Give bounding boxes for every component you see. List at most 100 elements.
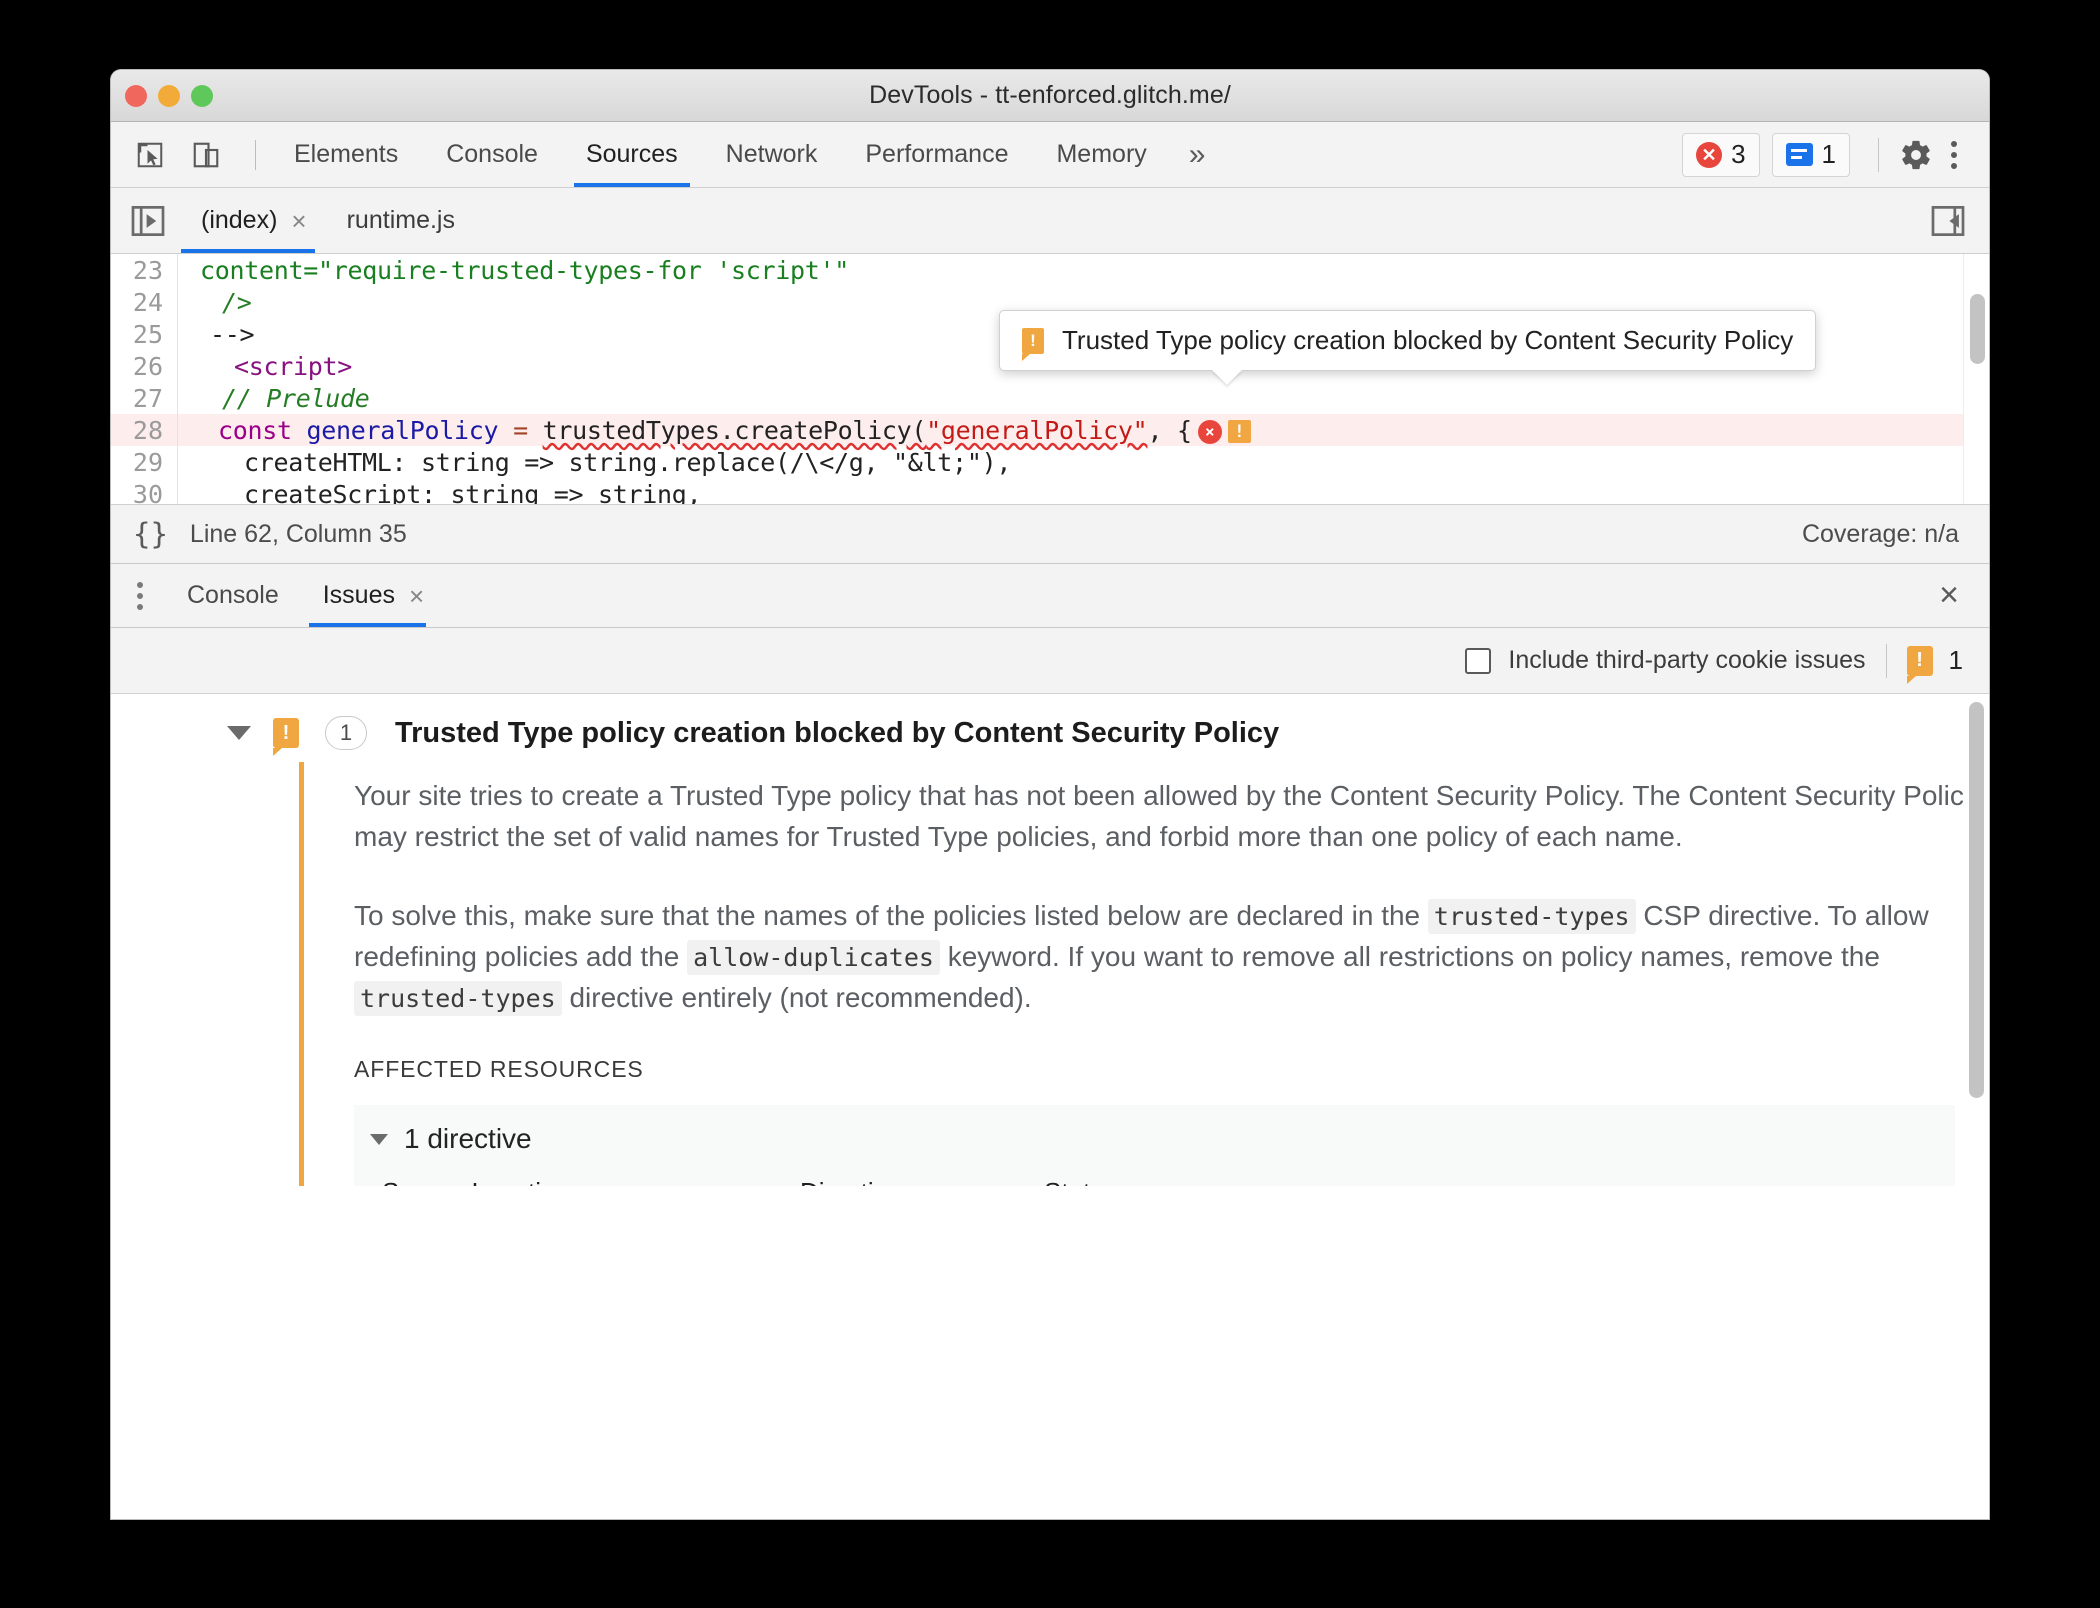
code-keyword-const: const [218,415,292,445]
kebab-menu-icon[interactable] [1937,133,1971,177]
issue-warning-icon: ! [1022,327,1044,361]
tab-elements-label: Elements [294,140,399,168]
show-navigator-icon[interactable] [111,188,181,253]
issue-warning-count: 1 [1948,645,1963,675]
message-counter-button[interactable]: 1 [1771,132,1850,177]
code-text: <script> [234,351,353,381]
kebab-dot [1951,140,1957,147]
file-tab-runtime-js-label: runtime.js [346,206,455,234]
toolbar-divider-right [1878,137,1879,172]
column-status: Status [1044,1177,1134,1186]
code-editor[interactable]: 23 content="require-trusted-types-for 's… [111,254,1989,504]
line-number: 26 [132,351,163,381]
more-panels-label: » [1188,137,1206,171]
chevron-down-icon[interactable] [370,1133,388,1145]
column-directive: Directive [800,1177,1044,1186]
issue-title: Trusted Type policy creation blocked by … [395,716,1280,749]
close-icon: × [1939,576,1959,614]
maximize-window-button[interactable] [191,85,213,107]
code-text: const generalPolicy = trustedTypes.creat… [178,416,1251,445]
code-text: content="require-trusted-types-for 'scri… [200,255,850,285]
device-toolbar-icon[interactable] [185,134,227,176]
inspect-element-icon[interactable] [129,134,171,176]
tab-elements[interactable]: Elements [270,122,422,187]
kebab-dot [137,603,143,610]
code-line-27: 27 // Prelude [111,382,1989,414]
message-icon [1785,143,1813,166]
close-window-button[interactable] [125,85,147,107]
window-title: DevTools - tt-enforced.glitch.me/ [869,81,1231,109]
tab-sources-label: Sources [585,140,678,168]
issue-paragraph-1: Your site tries to create a Trusted Type… [354,780,1978,852]
issues-scrollbar[interactable] [1963,694,1989,1186]
code-text: // Prelude [222,383,370,413]
more-panels-icon[interactable]: » [1171,122,1224,187]
kebab-dot [137,581,143,588]
paragraph2-part4: directive entirely (not recommended). [561,981,1032,1013]
tab-network-label: Network [725,140,818,168]
tab-memory-label: Memory [1056,140,1147,168]
toolbar-icon-group [111,122,270,187]
traffic-lights [125,70,213,122]
line-number: 25 [132,319,163,349]
issue-header-row[interactable]: ! 1 Trusted Type policy creation blocked… [111,694,1989,762]
error-counter-button[interactable]: ✕ 3 [1682,132,1760,177]
drawer-tab-issues[interactable]: Issues × [301,564,446,627]
tooltip-text: Trusted Type policy creation blocked by … [1062,325,1794,355]
line-number: 27 [132,383,163,413]
tab-performance[interactable]: Performance [841,122,1032,187]
kebab-dot [1951,151,1957,158]
issue-detail: Your site tries to create a Trusted Type… [299,762,1989,1186]
window-titlebar: DevTools - tt-enforced.glitch.me/ [111,70,1989,122]
source-file-tabstrip: (index) × runtime.js [111,188,1989,254]
code-trusted-types-1: trusted-types [1427,898,1636,934]
code-line-30: 30 createScript: string => string, [111,478,1989,504]
editor-scrollbar[interactable] [1963,254,1989,504]
tab-console[interactable]: Console [422,122,562,187]
include-third-party-cookie-issues-checkbox[interactable] [1465,647,1492,674]
minimize-window-button[interactable] [158,85,180,107]
tab-sources[interactable]: Sources [562,122,702,187]
tab-network[interactable]: Network [702,122,842,187]
affected-resources-box: 1 directive Source Location Directive St… [354,1105,1955,1186]
code-operator: = [513,415,528,445]
file-tab-runtime-js[interactable]: runtime.js [327,188,475,253]
paragraph2-part3: keyword. If you want to remove all restr… [939,940,1880,972]
code-trusted-types-2: trusted-types [354,980,562,1016]
code-line-29: 29 createHTML: string => string.replace(… [111,446,1989,478]
chevron-down-icon[interactable] [227,726,251,740]
issues-filter-bar: Include third-party cookie issues ! 1 [111,628,1989,694]
tab-memory[interactable]: Memory [1032,122,1170,187]
code-allow-duplicates: allow-duplicates [687,939,940,975]
gear-icon[interactable] [1895,134,1937,176]
issues-panel: ! 1 Trusted Type policy creation blocked… [111,694,1989,1186]
collapse-sidebar-icon[interactable] [1931,188,1989,253]
filter-divider [1885,643,1887,678]
editor-scrollbar-thumb[interactable] [1970,294,1985,364]
devtools-main-toolbar: Elements Console Sources Network Perform… [111,122,1989,188]
inline-issue-markers[interactable]: ×! [1197,419,1251,444]
message-count: 1 [1821,139,1836,169]
code-line-28: 28 const generalPolicy = trustedTypes.cr… [111,414,1989,446]
issues-scrollbar-thumb[interactable] [1969,702,1984,1098]
directive-group-toggle[interactable]: 1 directive [354,1123,1955,1155]
close-icon[interactable]: × [291,208,306,234]
code-call-expression: trustedTypes.createPolicy( [542,415,927,445]
drawer-tabstrip: Console Issues × × [111,564,1989,628]
drawer-more-tools-icon[interactable] [111,564,165,627]
file-tab-index[interactable]: (index) × [181,188,327,253]
close-icon[interactable]: × [409,583,424,609]
cursor-position: Line 62, Column 35 [189,519,407,548]
code-identifier-policy: generalPolicy [306,415,499,445]
drawer-tab-console[interactable]: Console [165,564,301,627]
close-drawer-button[interactable]: × [1939,564,1989,627]
code-text: --> [210,319,255,349]
tab-console-label: Console [446,140,538,168]
inline-warning-icon[interactable]: ! [1227,420,1251,443]
pretty-print-icon[interactable]: {} [133,517,168,551]
inline-error-icon[interactable]: × [1197,419,1222,444]
line-number: 23 [132,255,163,285]
line-number: 24 [132,287,163,317]
affected-resources-label: AFFECTED RESOURCES [354,1056,644,1083]
panel-tab-strip: Elements Console Sources Network Perform… [270,122,1223,187]
